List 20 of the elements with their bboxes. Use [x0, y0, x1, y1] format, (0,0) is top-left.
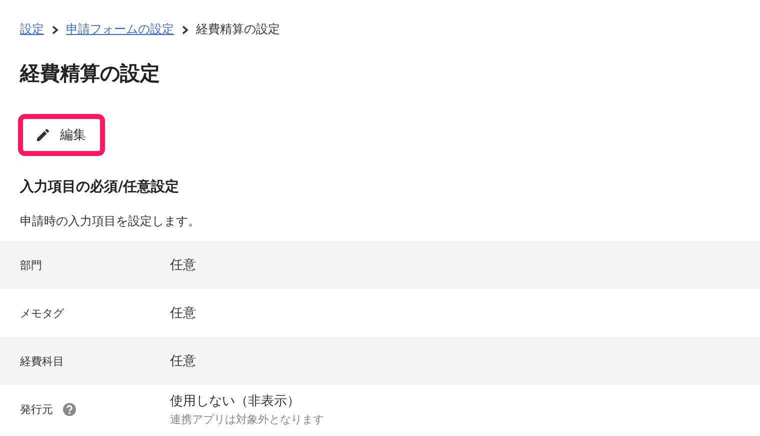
field-label: メモタグ [20, 306, 64, 320]
section-description: 申請時の入力項目を設定します。 [20, 213, 201, 229]
help-icon[interactable] [63, 402, 76, 416]
edit-button[interactable]: 編集 [18, 114, 105, 156]
breadcrumb-current: 経費精算の設定 [196, 21, 280, 38]
field-value: 任意 [170, 353, 196, 370]
breadcrumb-link[interactable]: 申請フォームの設定 [66, 21, 174, 38]
field-label: 発行元 [20, 402, 53, 416]
chevron-icon [50, 24, 60, 34]
field-note: 連携アプリは対象外となります [170, 412, 324, 426]
chevron-icon [180, 24, 190, 34]
field-label: 部門 [20, 258, 42, 272]
field-label: 経費科目 [20, 354, 64, 368]
field-value: 使用しない（非表示） [170, 392, 301, 410]
pencil-icon [35, 127, 51, 143]
field-value: 任意 [170, 257, 196, 274]
breadcrumb-link[interactable]: 設定 [20, 21, 44, 38]
section-heading: 入力項目の必須/任意設定 [20, 178, 180, 196]
page-title: 経費精算の設定 [20, 60, 161, 86]
field-value: 任意 [170, 305, 196, 322]
